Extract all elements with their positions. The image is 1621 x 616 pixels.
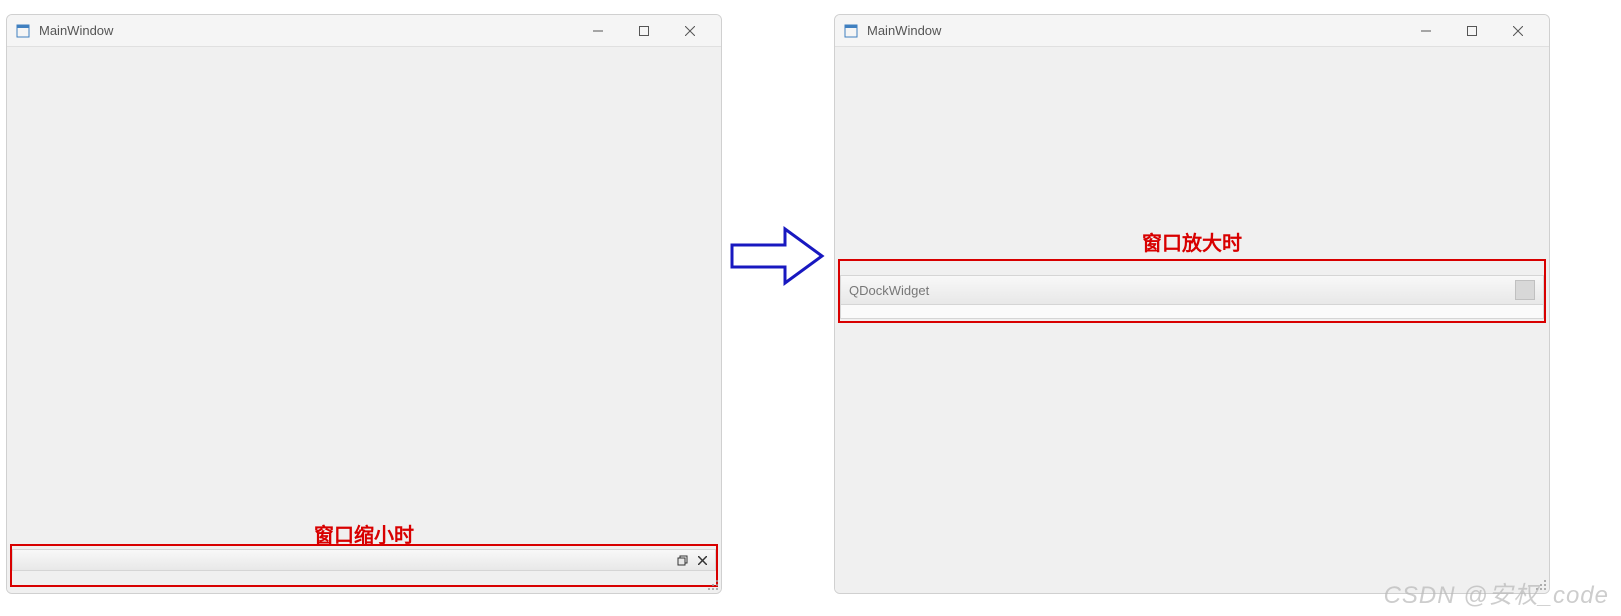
close-button[interactable] (1495, 16, 1541, 46)
dock-control-button[interactable] (1515, 280, 1535, 300)
dock-widget-bar[interactable] (12, 549, 716, 571)
titlebar[interactable]: MainWindow (835, 15, 1549, 47)
window-title: MainWindow (867, 23, 1403, 38)
window-body: 窗口缩小时 (7, 47, 721, 593)
app-icon (843, 23, 859, 39)
left-window: MainWindow 窗口缩小时 (6, 14, 722, 594)
titlebar[interactable]: MainWindow (7, 15, 721, 47)
maximize-button[interactable] (621, 16, 667, 46)
dock-widget-bar[interactable]: QDockWidget (840, 275, 1544, 305)
watermark: CSDN @安权_code (1384, 575, 1609, 610)
right-window: MainWindow 窗口放大时 QDockWidget (834, 14, 1550, 594)
dock-close-icon[interactable] (695, 553, 709, 567)
app-icon (15, 23, 31, 39)
dock-widget-content (840, 305, 1544, 319)
window-controls (575, 16, 713, 46)
annotation-large-window: 窗口放大时 (1142, 227, 1242, 256)
window-controls (1403, 16, 1541, 46)
window-title: MainWindow (39, 23, 575, 38)
resize-grip-icon[interactable] (705, 577, 719, 591)
arrow-icon (730, 225, 825, 287)
dock-widget-title: QDockWidget (849, 283, 1515, 298)
close-button[interactable] (667, 16, 713, 46)
dock-float-icon[interactable] (675, 553, 689, 567)
window-body: 窗口放大时 QDockWidget (835, 47, 1549, 593)
maximize-button[interactable] (1449, 16, 1495, 46)
minimize-button[interactable] (575, 16, 621, 46)
minimize-button[interactable] (1403, 16, 1449, 46)
